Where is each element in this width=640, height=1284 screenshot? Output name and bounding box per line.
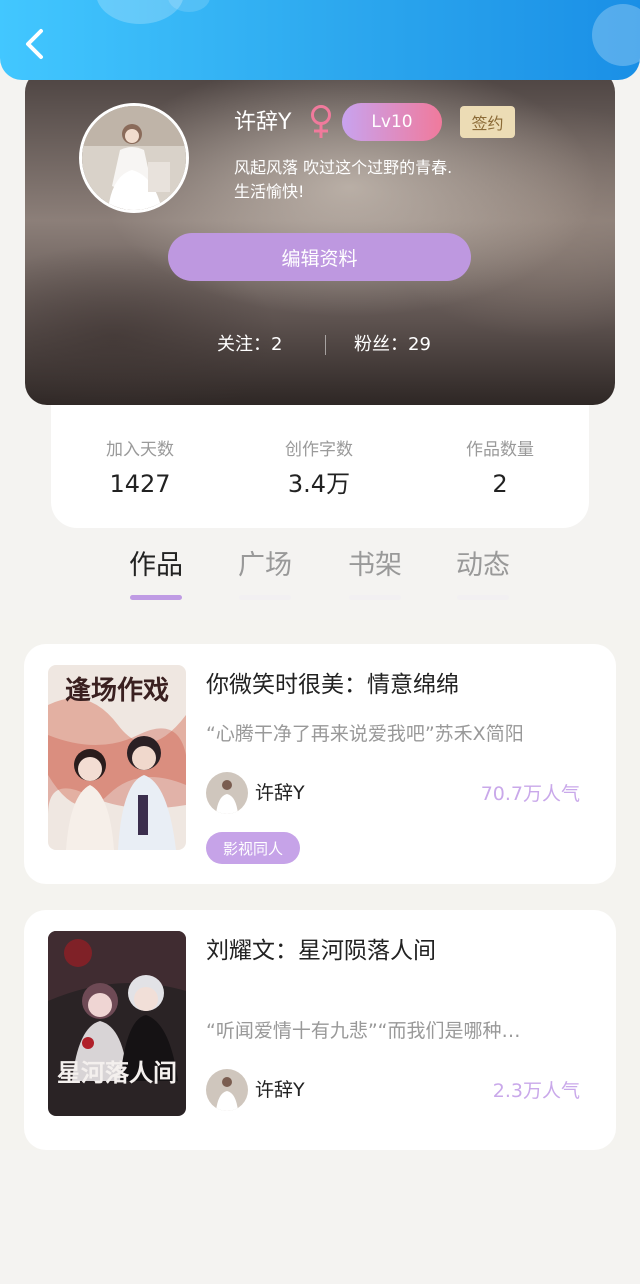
user-name: 许辞Y	[234, 110, 292, 135]
stat-join-days: 加入天数 1427	[60, 437, 220, 501]
genre-tag[interactable]: 影视同人	[206, 832, 300, 864]
author-name: 许辞Y	[255, 782, 305, 804]
tab-indicator	[239, 595, 291, 600]
tab-label: 作品	[129, 550, 183, 581]
divider	[325, 335, 326, 355]
work-card[interactable]: 逢场作戏 你微笑时很美：情意绵绵 “心腾干净了再来说爱我吧”苏禾X简阳 许辞Y …	[24, 644, 616, 884]
stat-value: 2	[492, 470, 508, 498]
work-title[interactable]: 刘耀文：星河陨落人间	[206, 934, 436, 968]
stat-value: 1427	[109, 470, 171, 498]
tab-indicator	[457, 595, 509, 600]
author-avatar-image	[206, 772, 248, 814]
stat-value: 3.4万	[287, 470, 351, 498]
work-description: “听闻爱情十有九悲”“而我们是哪种…	[206, 1020, 521, 1042]
tab-square[interactable]: 广场	[223, 543, 307, 600]
popularity-count: 2.3万人气	[492, 1080, 580, 1102]
book-cover-image: 星河落人间	[48, 931, 186, 1116]
profile-card: 许辞Y Lv10 签约 风起风落 吹过这个过野的青春. 生活愉快! 编辑资料 关…	[25, 70, 615, 405]
author-avatar	[206, 1069, 248, 1111]
book-cover-image: 逢场作戏	[48, 665, 186, 850]
back-button[interactable]	[18, 24, 52, 64]
decor-bubble	[592, 4, 640, 66]
following-count[interactable]: 关注：2	[217, 330, 282, 360]
tab-label: 书架	[348, 550, 402, 581]
avatar-image	[82, 106, 186, 210]
work-description: “心腾干净了再来说爱我吧”苏禾X简阳	[206, 723, 524, 745]
stat-label: 创作字数	[285, 440, 353, 460]
work-title[interactable]: 你微笑时很美：情意绵绵	[206, 668, 459, 702]
author-avatar-image	[206, 1069, 248, 1111]
stat-word-count: 创作字数 3.4万	[239, 437, 399, 501]
bio-text: 风起风落 吹过这个过野的青春. 生活愉快!	[234, 158, 453, 201]
chevron-left-icon	[26, 29, 43, 59]
work-card[interactable]: 星河落人间 刘耀文：星河陨落人间 “听闻爱情十有九悲”“而我们是哪种… 许辞Y …	[24, 910, 616, 1150]
cover-title: 星河落人间	[57, 1058, 177, 1087]
top-bar	[0, 0, 640, 80]
user-bio: 风起风落 吹过这个过野的青春. 生活愉快!	[234, 156, 524, 204]
female-icon	[311, 105, 331, 138]
cover-title: 逢场作戏	[65, 675, 169, 706]
tab-works[interactable]: 作品	[114, 543, 198, 600]
popularity-count: 70.7万人气	[480, 783, 580, 805]
level-badge: Lv10	[342, 103, 442, 141]
tab-bar: 作品 广场 书架 动态	[0, 543, 640, 609]
avatar[interactable]	[79, 103, 189, 213]
book-cover[interactable]: 逢场作戏	[48, 665, 186, 850]
author-avatar	[206, 772, 248, 814]
tab-indicator	[130, 595, 182, 600]
signed-badge: 签约	[460, 106, 515, 138]
tab-label: 动态	[456, 550, 510, 581]
tab-bookshelf[interactable]: 书架	[333, 543, 417, 600]
stat-label: 加入天数	[106, 440, 174, 460]
tab-indicator	[349, 595, 401, 600]
tab-label: 广场	[238, 550, 292, 581]
fans-count[interactable]: 粉丝：29	[354, 330, 431, 360]
edit-profile-button[interactable]: 编辑资料	[168, 233, 471, 281]
stat-works-count: 作品数量 2	[420, 437, 580, 501]
author-name: 许辞Y	[255, 1079, 305, 1101]
tab-activity[interactable]: 动态	[441, 543, 525, 600]
book-cover[interactable]: 星河落人间	[48, 931, 186, 1116]
stat-label: 作品数量	[466, 440, 534, 460]
